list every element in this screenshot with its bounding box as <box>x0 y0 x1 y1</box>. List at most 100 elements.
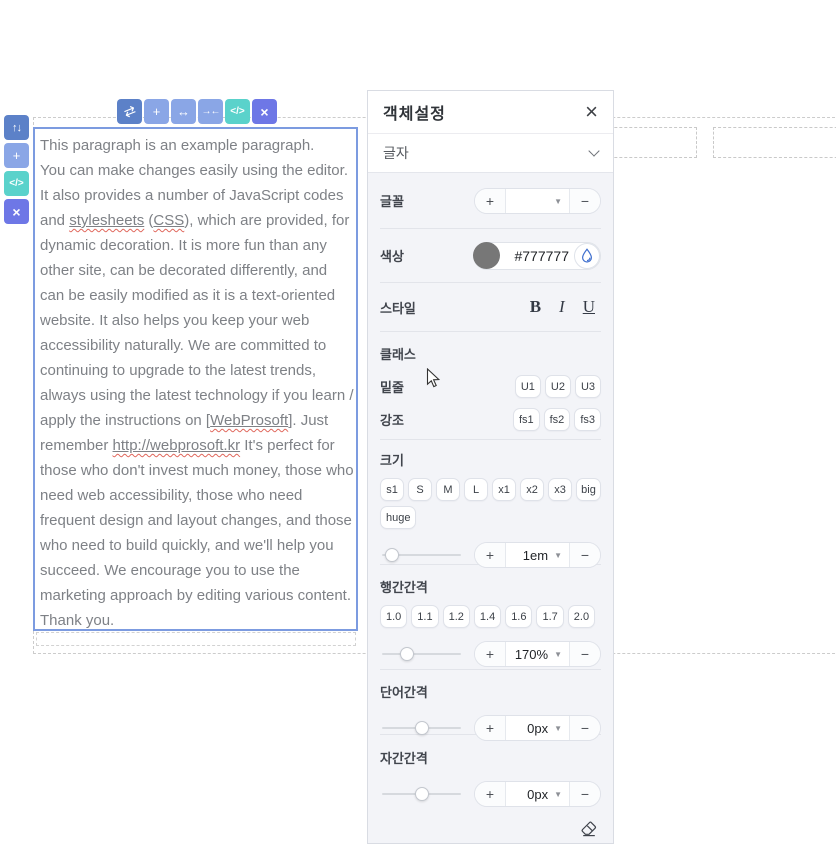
size-button-s1[interactable]: s1 <box>380 478 404 501</box>
delete-element-button[interactable]: × <box>252 99 277 124</box>
line-spacing-label: 행간간격 <box>380 577 601 596</box>
size-button-huge[interactable]: huge <box>380 506 416 529</box>
style-buttons: B I U <box>530 297 595 317</box>
size-button-big[interactable]: big <box>576 478 601 501</box>
font-minus-button[interactable]: − <box>569 189 600 213</box>
add-row-button[interactable]: + <box>4 143 29 168</box>
code-icon: </> <box>9 178 23 189</box>
line-spacing-button-1.6[interactable]: 1.6 <box>505 605 532 628</box>
line-spacing-slider[interactable] <box>382 647 461 661</box>
horizontal-collapse-icon: →← <box>202 106 220 117</box>
line-spacing-button-1.4[interactable]: 1.4 <box>474 605 501 628</box>
plus-icon: + <box>153 104 161 119</box>
underline-class-row: 밑줄 U1U2U3 <box>380 375 601 398</box>
bold-button[interactable]: B <box>530 297 541 317</box>
line-spacing-button-1.1[interactable]: 1.1 <box>411 605 438 628</box>
paragraph-text: It's perfect for those who don't invest … <box>40 437 354 629</box>
empty-row-placeholder[interactable] <box>36 632 356 646</box>
size-slider[interactable] <box>382 548 461 562</box>
line-spacing-control-row: + 170%▼ − <box>380 641 601 667</box>
underline-class-button-u1[interactable]: U1 <box>515 375 541 398</box>
underline-button[interactable]: U <box>583 297 595 317</box>
letter-spacing-value-dropdown[interactable]: 0px▼ <box>506 782 569 806</box>
line-spacing-plus-button[interactable]: + <box>475 642 506 666</box>
horizontal-expand-icon: ↔ <box>177 104 190 119</box>
size-button-l[interactable]: L <box>464 478 488 501</box>
size-buttons-row1: s1SMLx1x2x3big <box>380 478 601 501</box>
object-type-label: 글자 <box>383 143 409 163</box>
color-swatch[interactable] <box>473 242 500 269</box>
size-button-x3[interactable]: x3 <box>548 478 572 501</box>
italic-button[interactable]: I <box>559 297 565 317</box>
droplet-icon <box>581 248 593 263</box>
link-css[interactable]: CSS <box>153 212 184 229</box>
emphasis-class-button-fs2[interactable]: fs2 <box>544 408 571 431</box>
size-button-x2[interactable]: x2 <box>520 478 544 501</box>
panel-header: 객체설정 × <box>368 91 613 134</box>
size-button-x1[interactable]: x1 <box>492 478 516 501</box>
line-spacing-value-dropdown[interactable]: 170%▼ <box>506 642 569 666</box>
size-plus-button[interactable]: + <box>475 543 506 567</box>
size-section: 크기 s1SMLx1x2x3big huge + 1em▼ − <box>380 440 601 565</box>
link-stylesheets[interactable]: stylesheets <box>69 212 144 229</box>
line-spacing-button-1.0[interactable]: 1.0 <box>380 605 407 628</box>
move-swap-button[interactable]: ⇄ <box>117 99 142 124</box>
underline-class-button-u3[interactable]: U3 <box>575 375 601 398</box>
size-minus-button[interactable]: − <box>569 543 600 567</box>
link-webprosoft-url[interactable]: http://webprosoft.kr <box>113 437 241 454</box>
paragraph-text: This paragraph is an example paragraph. <box>40 137 314 154</box>
slider-thumb[interactable] <box>400 647 414 661</box>
dropdown-caret-icon: ▼ <box>554 197 562 206</box>
underline-class-button-u2[interactable]: U2 <box>545 375 571 398</box>
line-spacing-stepper: + 170%▼ − <box>474 641 601 667</box>
paragraph-text: You can make changes easily using the ed… <box>40 162 348 179</box>
underline-class-buttons: U1U2U3 <box>515 375 601 398</box>
line-spacing-button-2.0[interactable]: 2.0 <box>568 605 595 628</box>
eraser-icon <box>578 818 600 840</box>
color-picker-button[interactable] <box>574 243 600 269</box>
size-button-m[interactable]: M <box>436 478 460 501</box>
link-webprosoft[interactable]: WebProsoft <box>210 412 288 429</box>
code-icon: </> <box>230 106 244 117</box>
word-spacing-section: 단어간격 + 0px▼ − <box>380 670 601 735</box>
paragraph-editable[interactable]: This paragraph is an example paragraph. … <box>33 127 358 631</box>
emphasis-class-button-fs3[interactable]: fs3 <box>574 408 601 431</box>
letter-spacing-slider[interactable] <box>382 787 461 801</box>
swap-arrows-icon: ⇄ <box>121 101 138 121</box>
line-spacing-button-1.7[interactable]: 1.7 <box>536 605 563 628</box>
panel-close-button[interactable]: × <box>585 101 598 123</box>
letter-spacing-section: 자간간격 + 0px▼ − <box>380 735 601 802</box>
slider-thumb[interactable] <box>385 548 399 562</box>
clear-format-button[interactable] <box>578 818 600 845</box>
edit-row-code-button[interactable]: </> <box>4 171 29 196</box>
empty-column-placeholder[interactable] <box>713 127 836 158</box>
font-select[interactable]: ▼ <box>506 189 569 213</box>
line-spacing-button-1.2[interactable]: 1.2 <box>443 605 470 628</box>
size-button-s[interactable]: S <box>408 478 432 501</box>
line-spacing-section: 행간간격 1.01.11.21.41.61.72.0 + 170%▼ − <box>380 565 601 670</box>
move-row-button[interactable]: ↑↓ <box>4 115 29 140</box>
letter-spacing-plus-button[interactable]: + <box>475 782 506 806</box>
expand-width-button[interactable]: ↔ <box>171 99 196 124</box>
color-label: 색상 <box>380 246 404 265</box>
font-stepper: + ▼ − <box>474 188 601 214</box>
slider-thumb[interactable] <box>415 787 429 801</box>
word-spacing-slider[interactable] <box>382 721 461 735</box>
size-value-dropdown[interactable]: 1em▼ <box>506 543 569 567</box>
slider-thumb[interactable] <box>415 721 429 735</box>
color-value: #777777 <box>500 248 574 264</box>
emphasis-class-button-fs1[interactable]: fs1 <box>513 408 540 431</box>
edit-code-button[interactable]: </> <box>225 99 250 124</box>
dropdown-caret-icon: ▼ <box>554 650 562 659</box>
object-type-dropdown[interactable]: 글자 <box>368 134 613 173</box>
slider-track <box>382 653 461 655</box>
font-plus-button[interactable]: + <box>475 189 506 213</box>
collapse-width-button[interactable]: →← <box>198 99 223 124</box>
delete-row-button[interactable]: × <box>4 199 29 224</box>
line-spacing-minus-button[interactable]: − <box>569 642 600 666</box>
row-toolbar-left: ↑↓ + </> × <box>4 115 29 224</box>
line-spacing-buttons: 1.01.11.21.41.61.72.0 <box>380 605 601 628</box>
add-element-button[interactable]: + <box>144 99 169 124</box>
letter-spacing-minus-button[interactable]: − <box>569 782 600 806</box>
emphasis-class-label: 강조 <box>380 410 404 429</box>
